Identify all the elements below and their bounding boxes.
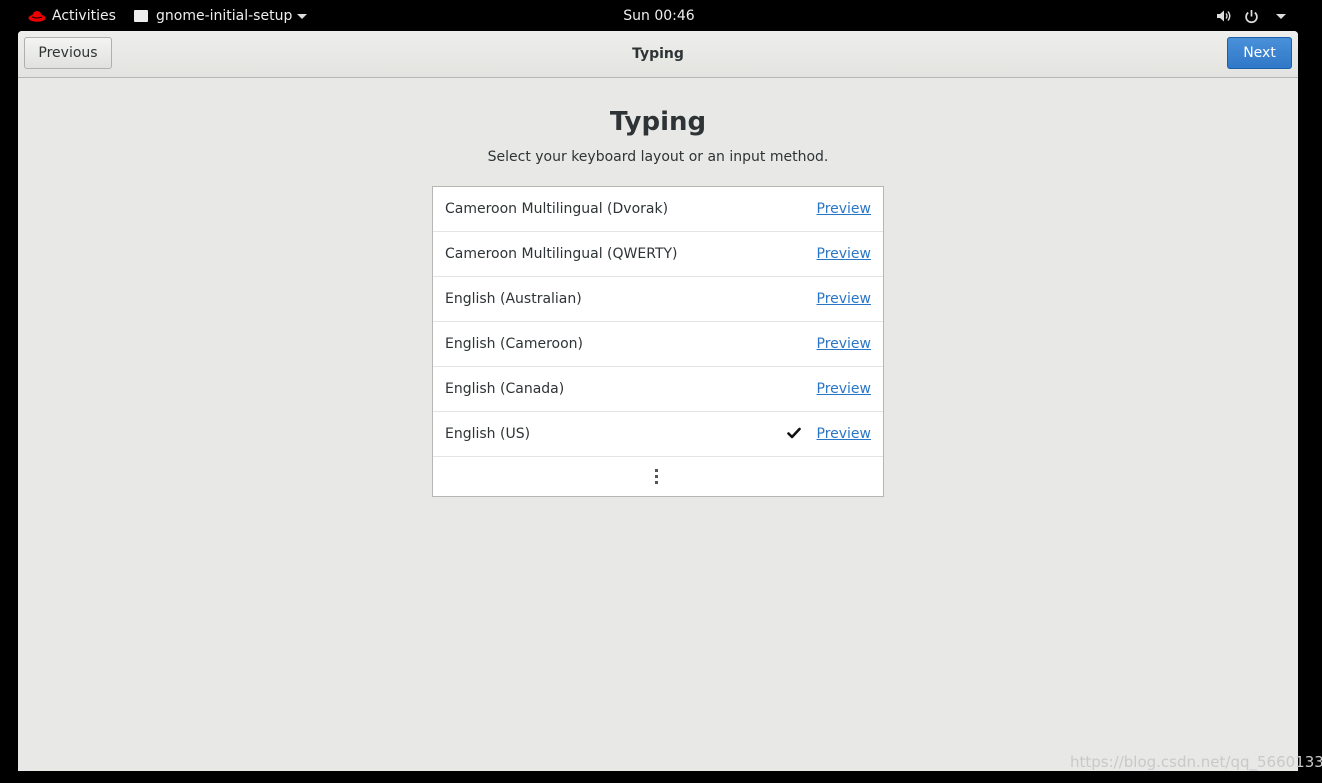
more-layouts-button[interactable] [433, 457, 883, 497]
preview-link[interactable]: Preview [817, 277, 872, 321]
top-bar: Activities gnome-initial-setup Sun 00:46 [0, 0, 1322, 32]
layout-name: English (US) [445, 426, 531, 442]
watermark: https://blog.csdn.net/qq_56601331 [1070, 753, 1322, 771]
page-subtitle: Select your keyboard layout or an input … [487, 149, 829, 165]
layout-name: Cameroon Multilingual (QWERTY) [445, 246, 678, 262]
layout-row[interactable]: English (Cameroon) Preview [433, 322, 883, 367]
preview-link[interactable]: Preview [817, 367, 872, 411]
preview-link[interactable]: Preview [817, 187, 872, 231]
previous-button[interactable]: Previous [24, 37, 112, 69]
setup-window: Typing Previous Next Typing Select your … [18, 31, 1298, 771]
page-title: Typing [609, 107, 707, 137]
layout-row[interactable]: Cameroon Multilingual (QWERTY) Preview [433, 232, 883, 277]
checkmark-icon [787, 427, 801, 439]
layout-name: English (Australian) [445, 291, 582, 307]
system-menu[interactable] [1216, 0, 1286, 32]
layout-row[interactable]: English (Australian) Preview [433, 277, 883, 322]
preview-link[interactable]: Preview [817, 232, 872, 276]
layout-name: Cameroon Multilingual (Dvorak) [445, 201, 669, 217]
next-button[interactable]: Next [1227, 37, 1292, 69]
keyboard-layout-list: Cameroon Multilingual (Dvorak) Preview C… [432, 186, 884, 497]
power-icon [1245, 9, 1258, 23]
clock[interactable]: Sun 00:46 [0, 0, 1318, 32]
header-title: Typing [632, 46, 684, 62]
layout-row-selected[interactable]: English (US) Preview [433, 412, 883, 457]
layout-name: English (Cameroon) [445, 336, 583, 352]
more-vertical-icon [655, 469, 659, 487]
chevron-down-icon [1276, 13, 1286, 19]
layout-name: English (Canada) [445, 381, 565, 397]
preview-link[interactable]: Preview [817, 322, 872, 366]
layout-row[interactable]: Cameroon Multilingual (Dvorak) Preview [433, 187, 883, 232]
header-bar: Typing Previous Next [18, 31, 1298, 78]
volume-icon [1217, 10, 1231, 22]
layout-row[interactable]: English (Canada) Preview [433, 367, 883, 412]
preview-link[interactable]: Preview [817, 412, 872, 456]
